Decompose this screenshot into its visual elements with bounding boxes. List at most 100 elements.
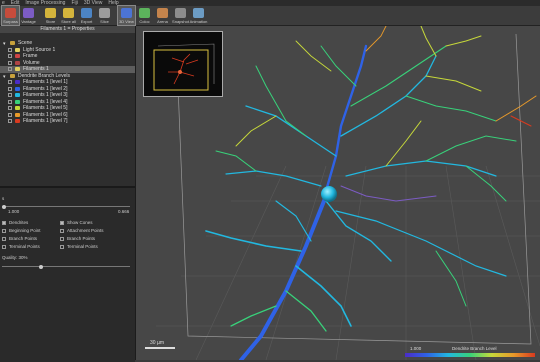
scene-tree: ▾ Scene Light Source 1 Frame Volume Filaments… xyxy=(0,40,135,125)
toolbar-button-label: Surpass xyxy=(3,19,18,24)
object-icon xyxy=(15,47,20,52)
value-slider[interactable] xyxy=(2,204,130,209)
settings-label: s xyxy=(2,196,5,201)
properties-panel: Filaments 1 = Properties ▾ Scene Light Sou… xyxy=(0,26,136,362)
value-left: 1.000 xyxy=(8,209,20,214)
axon xyxy=(205,194,507,360)
snapshot-button[interactable]: Snapshot xyxy=(172,6,189,25)
filament-settings: s 1.000 0.666 Dendrites Show Cones Begin… xyxy=(0,186,135,362)
tree-item-label: Filaments 1 [level 7] xyxy=(23,118,68,124)
checkbox[interactable] xyxy=(2,220,6,225)
tree-item-checkbox[interactable] xyxy=(8,80,12,85)
folder-icon xyxy=(10,41,15,46)
quality-slider-thumb[interactable] xyxy=(39,264,44,269)
checkbox[interactable] xyxy=(2,244,6,249)
check-show-cones[interactable]: Show Cones xyxy=(60,220,93,225)
check-terminal-points-right[interactable]: Terminal Points xyxy=(60,244,98,249)
toolbar-button-label: Export xyxy=(80,19,93,24)
slice-icon xyxy=(99,8,110,18)
checkbox[interactable] xyxy=(60,244,64,249)
tree-item-checkbox[interactable] xyxy=(8,112,12,117)
floor-grid xyxy=(156,165,540,360)
export-button[interactable]: Export xyxy=(78,6,95,25)
toolbar-button-label: Store all xyxy=(61,19,76,24)
toolbar-button-label: Slice xyxy=(100,19,109,24)
checkbox[interactable] xyxy=(2,236,6,241)
toolbar-button-label: Snapshot xyxy=(172,19,189,24)
tree-item-checkbox[interactable] xyxy=(8,99,12,104)
tree-item-checkbox[interactable] xyxy=(8,60,12,65)
expand-icon[interactable]: ▾ xyxy=(3,74,7,80)
store-all-button[interactable]: Store all xyxy=(60,6,77,25)
3d-view-icon xyxy=(121,8,132,18)
arena-button[interactable]: Arena xyxy=(154,6,171,25)
colorbar-min-label: 1.000 xyxy=(410,346,422,351)
colorbar xyxy=(405,353,535,357)
coloc-icon xyxy=(139,8,150,18)
tree-item-checkbox[interactable] xyxy=(8,54,12,59)
vantage-button[interactable]: Vantage xyxy=(20,6,37,25)
object-icon xyxy=(15,67,20,72)
3d-view-button[interactable]: 3D View xyxy=(117,5,136,26)
expand-icon[interactable]: ▾ xyxy=(3,41,7,47)
checkbox[interactable] xyxy=(60,220,64,225)
object-icon xyxy=(15,93,20,98)
bounding-box xyxy=(175,33,532,345)
tree-item[interactable]: Filaments 1 [level 7] xyxy=(0,118,135,125)
overview-inset[interactable] xyxy=(143,31,223,97)
checkbox[interactable] xyxy=(60,228,64,233)
value-right: 0.666 xyxy=(118,209,130,214)
animation-button[interactable]: Animation xyxy=(190,6,207,25)
colorbar-title: Dendrite Branch Level xyxy=(452,346,497,351)
slice-button[interactable]: Slice xyxy=(96,6,113,25)
scale-bar-label: 30 µm xyxy=(150,340,164,346)
arena-icon xyxy=(157,8,168,18)
surpass-icon xyxy=(5,8,16,18)
value-slider-thumb[interactable] xyxy=(2,204,6,209)
object-icon xyxy=(15,106,20,111)
toolbar-button-label: Vantage xyxy=(21,19,36,24)
quality-slider[interactable] xyxy=(2,264,130,269)
export-icon xyxy=(81,8,92,18)
toolbar-button-label: Animation xyxy=(189,19,208,24)
check-attachment-points[interactable]: Attachment Points xyxy=(60,228,104,233)
tree-item-checkbox[interactable] xyxy=(8,93,12,98)
object-icon xyxy=(15,54,20,59)
dendrites xyxy=(215,26,537,202)
store-button[interactable]: Store xyxy=(42,6,59,25)
tree-item-checkbox[interactable] xyxy=(8,67,12,72)
checkbox[interactable] xyxy=(2,228,6,233)
toolbar-button-label: Store xyxy=(45,19,56,24)
object-icon xyxy=(15,60,20,65)
check-beginning-point[interactable]: Beginning Point xyxy=(2,228,41,233)
tree-item-checkbox[interactable] xyxy=(8,47,12,52)
panel-title: Filaments 1 = Properties xyxy=(0,26,135,33)
object-icon xyxy=(15,99,20,104)
snapshot-icon xyxy=(175,8,186,18)
vantage-icon xyxy=(23,8,34,18)
tree-item-checkbox[interactable] xyxy=(8,106,12,111)
toolbar-button-label: Coloc xyxy=(139,19,150,24)
object-icon xyxy=(15,86,20,91)
animation-icon xyxy=(193,8,204,18)
store-icon xyxy=(45,8,56,18)
check-dendrites[interactable]: Dendrites xyxy=(2,220,28,225)
tree-item-checkbox[interactable] xyxy=(8,119,12,124)
store-all-icon xyxy=(63,8,74,18)
checkbox[interactable] xyxy=(60,236,64,241)
object-icon xyxy=(15,112,20,117)
check-branch-points-left[interactable]: Branch Points xyxy=(2,236,37,241)
folder-icon xyxy=(10,73,15,78)
surpass-button[interactable]: Surpass xyxy=(1,5,20,26)
check-terminal-points-left[interactable]: Terminal Points xyxy=(2,244,40,249)
scale-bar xyxy=(145,347,175,349)
check-branch-points-right[interactable]: Branch Points xyxy=(60,236,95,241)
object-icon xyxy=(15,80,20,85)
coloc-button[interactable]: Coloc xyxy=(136,6,153,25)
main-toolbar: Surpass Vantage Store Store all Export Slice 3… xyxy=(0,5,540,26)
object-icon xyxy=(15,119,20,124)
tree-item-checkbox[interactable] xyxy=(8,86,12,91)
soma[interactable] xyxy=(321,186,337,202)
quality-label: Quality: 30% xyxy=(2,255,28,260)
toolbar-button-label: 3D View xyxy=(119,19,134,24)
